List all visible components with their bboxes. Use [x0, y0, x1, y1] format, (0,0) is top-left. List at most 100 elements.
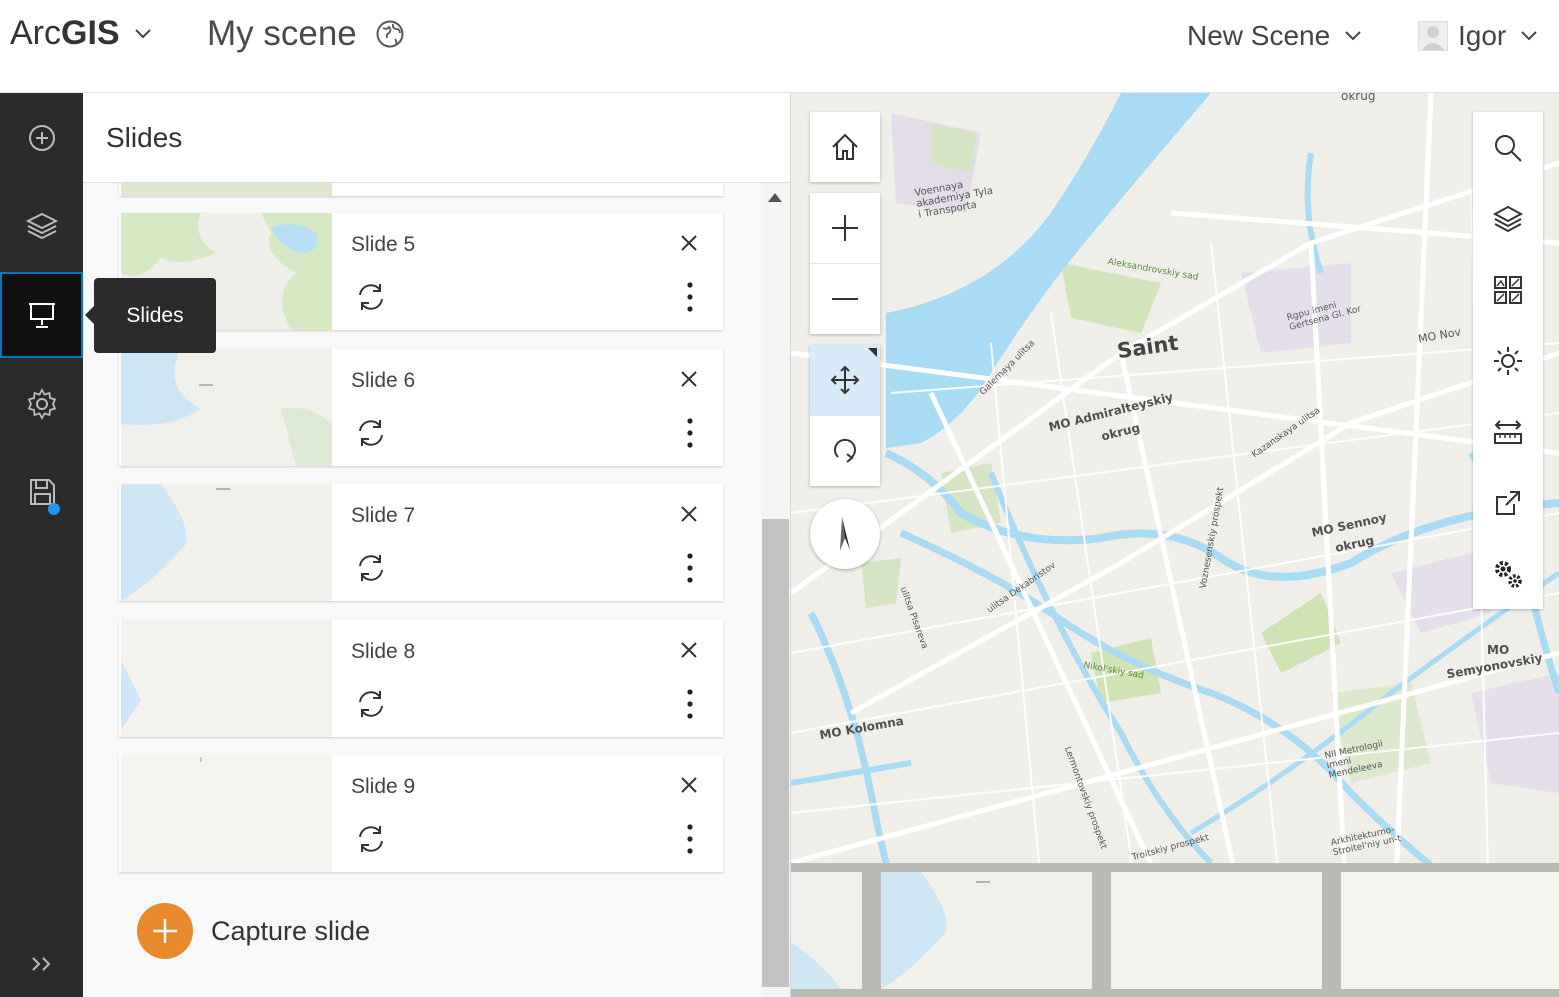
slide-options-button[interactable] — [687, 823, 693, 855]
delete-slide-button[interactable] — [679, 775, 699, 795]
daylight-button[interactable] — [1473, 325, 1543, 396]
close-icon — [679, 233, 699, 253]
new-scene-label: New Scene — [1187, 20, 1331, 51]
slides-icon — [26, 299, 58, 331]
rotate-mode-button[interactable] — [810, 416, 880, 486]
more-vertical-icon — [687, 552, 693, 584]
add-icon — [26, 122, 58, 154]
slide-card[interactable]: Slide 9 — [119, 755, 723, 872]
slide-thumbnail[interactable] — [121, 620, 332, 737]
measure-icon — [1492, 416, 1524, 448]
arcgis-app-switcher[interactable]: ArcGIS — [10, 14, 152, 53]
user-name: Igor — [1458, 20, 1507, 51]
pan-arrows-icon — [829, 364, 861, 396]
refresh-icon — [355, 281, 387, 313]
layers-icon — [1492, 203, 1524, 235]
add-icon — [137, 903, 193, 959]
delete-slide-button[interactable] — [679, 369, 699, 389]
update-slide-button[interactable] — [355, 552, 387, 584]
slide-thumbnail[interactable] — [121, 755, 332, 872]
minus-icon — [830, 284, 860, 314]
slide-strip — [791, 863, 1559, 997]
slide-thumbnail[interactable] — [121, 349, 332, 466]
update-slide-button[interactable] — [355, 688, 387, 720]
slide-options-button[interactable] — [687, 281, 693, 313]
slide-options-button[interactable] — [687, 417, 693, 449]
expand-toolbar-button[interactable] — [0, 931, 83, 997]
sun-icon — [1492, 345, 1524, 377]
chevron-down-icon — [1344, 30, 1362, 42]
slides-scrollbar[interactable] — [761, 183, 790, 997]
compass-icon — [830, 514, 860, 554]
basemap-gallery-button[interactable] — [1473, 254, 1543, 325]
slide-name[interactable]: Slide 9 — [351, 775, 415, 799]
left-toolbar — [0, 93, 83, 997]
share-button[interactable] — [1473, 467, 1543, 538]
slide-options-button[interactable] — [687, 552, 693, 584]
slide-strip-thumbnail[interactable] — [881, 872, 1092, 989]
capture-slide-button[interactable]: Capture slide — [137, 903, 370, 959]
close-icon — [679, 640, 699, 660]
gears-icon — [1491, 557, 1525, 591]
new-scene-menu[interactable]: New Scene — [1187, 20, 1362, 52]
plus-icon — [830, 213, 860, 243]
scene-title-text: My scene — [207, 14, 357, 53]
home-icon — [829, 131, 861, 163]
update-slide-button[interactable] — [355, 823, 387, 855]
slide-name[interactable]: Slide 8 — [351, 640, 415, 664]
slide-options-button[interactable] — [687, 688, 693, 720]
slide-thumbnail[interactable] — [121, 183, 332, 196]
zoom-out-button[interactable] — [810, 264, 880, 334]
layer-list-button[interactable] — [1473, 183, 1543, 254]
delete-slide-button[interactable] — [679, 504, 699, 524]
slide-card-partial[interactable] — [119, 183, 723, 196]
scrollbar-thumb[interactable] — [762, 519, 789, 987]
scene-view[interactable]: okrug Voennaya akademiya Tyla i Transpor… — [791, 93, 1559, 997]
delete-slide-button[interactable] — [679, 640, 699, 660]
delete-slide-button[interactable] — [679, 233, 699, 253]
slide-strip-thumbnail[interactable] — [1111, 872, 1322, 989]
pan-mode-button[interactable] — [810, 345, 880, 416]
settings-button[interactable] — [1473, 538, 1543, 609]
home-button[interactable] — [810, 112, 880, 182]
slide-strip-thumbnail[interactable] — [1341, 872, 1559, 989]
slide-card[interactable]: Slide 7 — [119, 484, 723, 601]
basemap — [791, 93, 1559, 997]
map-label: okrug — [1341, 93, 1376, 103]
close-icon — [679, 369, 699, 389]
slide-strip-thumbnail[interactable] — [791, 872, 862, 989]
slide-name[interactable]: Slide 6 — [351, 369, 415, 393]
avatar — [1418, 21, 1448, 51]
add-layers-button[interactable] — [0, 95, 83, 181]
share-icon — [1492, 487, 1524, 519]
map-label: MO — [1487, 643, 1510, 657]
more-vertical-icon — [687, 417, 693, 449]
slide-thumbnail[interactable] — [121, 484, 332, 601]
zoom-in-button[interactable] — [810, 193, 880, 264]
user-menu[interactable]: Igor — [1418, 20, 1538, 52]
slide-name[interactable]: Slide 5 — [351, 233, 415, 257]
refresh-icon — [355, 688, 387, 720]
refresh-icon — [355, 417, 387, 449]
update-slide-button[interactable] — [355, 281, 387, 313]
save-button[interactable] — [0, 449, 83, 535]
scroll-up-arrow-icon[interactable] — [768, 193, 782, 202]
slide-card[interactable]: Slide 6 — [119, 349, 723, 466]
capture-slide-label: Capture slide — [211, 915, 371, 946]
update-slide-button[interactable] — [355, 417, 387, 449]
slide-name[interactable]: Slide 7 — [351, 504, 415, 528]
globe-icon[interactable] — [375, 19, 405, 49]
navigation-toggle — [810, 345, 880, 486]
compass-button[interactable] — [810, 499, 880, 569]
settings-button[interactable] — [0, 361, 83, 447]
layers-button[interactable] — [0, 183, 83, 269]
search-button[interactable] — [1473, 112, 1543, 183]
more-vertical-icon — [687, 688, 693, 720]
measure-button[interactable] — [1473, 396, 1543, 467]
panel-title: Slides — [106, 122, 183, 153]
slides-button[interactable] — [0, 272, 83, 358]
right-toolbar — [1473, 112, 1543, 609]
brand-logo-text: ArcGIS — [10, 14, 120, 52]
slide-card[interactable]: Slide 8 — [119, 620, 723, 737]
double-chevron-right-icon — [30, 955, 54, 973]
